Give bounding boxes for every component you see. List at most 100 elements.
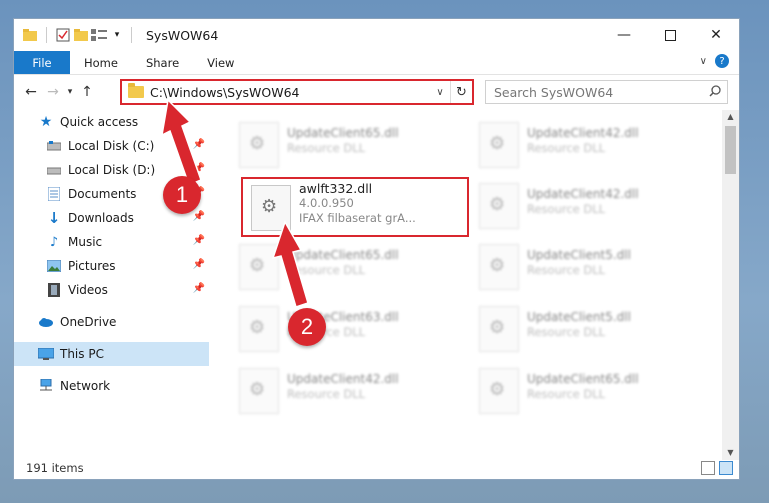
file-name: UpdateClient42.dll	[287, 372, 399, 386]
search-input[interactable]: Search SysWOW64	[485, 80, 728, 104]
minimize-button[interactable]: —	[601, 19, 647, 51]
sidebar-item-onedrive[interactable]: OneDrive	[14, 310, 209, 334]
chevron-down-icon[interactable]: ∨	[430, 87, 450, 98]
network-icon	[38, 378, 54, 394]
file-description: Resource DLL	[527, 202, 606, 216]
search-icon[interactable]	[709, 85, 721, 100]
recent-locations-button[interactable]: ▾	[64, 81, 76, 103]
file-name: UpdateClient65.dll	[287, 126, 399, 140]
scroll-up-icon[interactable]: ▲	[722, 110, 739, 124]
large-icons-view-icon[interactable]	[719, 461, 733, 475]
view-toggles	[701, 461, 733, 475]
forward-button[interactable]: →	[42, 81, 64, 103]
tab-view[interactable]: View	[193, 51, 248, 74]
sidebar-item-this-pc[interactable]: This PC	[14, 342, 209, 366]
title-bar: ▾ SysWOW64 — ✕	[14, 19, 739, 51]
file-name: UpdateClient65.dll	[287, 248, 399, 262]
quick-access-toolbar: ▾	[14, 27, 125, 43]
file-name: UpdateClient65.dll	[527, 372, 639, 386]
maximize-button[interactable]	[647, 19, 693, 51]
search-placeholder: Search SysWOW64	[494, 84, 614, 100]
scroll-thumb[interactable]	[725, 126, 736, 174]
expand-ribbon-icon[interactable]: ∨	[700, 56, 707, 67]
tab-file[interactable]: File	[14, 51, 70, 74]
file-tile[interactable]: UpdateClient63.dllResource DLL	[231, 300, 461, 356]
ribbon-tabs: File Home Share View ∨ ?	[14, 51, 739, 75]
file-tile[interactable]: UpdateClient65.dllResource DLL	[231, 238, 461, 294]
pin-icon[interactable]: 📌	[193, 139, 205, 150]
pc-icon	[38, 346, 54, 362]
file-tile[interactable]: UpdateClient5.dllResource DLL	[471, 238, 701, 294]
dll-file-icon	[479, 306, 519, 352]
sidebar-item-label: Local Disk (C:)	[68, 139, 155, 153]
folder-icon	[128, 83, 144, 98]
pin-icon[interactable]: 📌	[193, 163, 205, 174]
view-options-icon[interactable]	[91, 27, 107, 43]
file-tile[interactable]: UpdateClient42.dllResource DLL	[231, 362, 461, 418]
file-tile[interactable]: UpdateClient65.dllResource DLL	[231, 116, 461, 172]
step-marker-2: 2	[288, 308, 326, 346]
vertical-scrollbar[interactable]: ▲ ▼	[722, 110, 739, 460]
videos-icon	[46, 282, 62, 298]
pin-icon[interactable]: 📌	[193, 283, 205, 294]
item-count: 191 items	[26, 461, 84, 475]
sidebar-item-pictures[interactable]: Pictures 📌	[14, 254, 209, 278]
pictures-icon	[46, 258, 62, 274]
pin-icon[interactable]: 📌	[193, 211, 205, 222]
file-list: UpdateClient65.dllResource DLL UpdateCli…	[221, 110, 726, 460]
details-view-icon[interactable]	[701, 461, 715, 475]
dll-file-icon	[479, 183, 519, 229]
file-description: Resource DLL	[527, 263, 606, 277]
file-tile[interactable]: UpdateClient5.dllResource DLL	[471, 300, 701, 356]
folder-icon[interactable]	[22, 27, 38, 43]
close-button[interactable]: ✕	[693, 19, 739, 51]
help-icon[interactable]: ?	[715, 54, 729, 68]
address-path[interactable]: C:\Windows\SysWOW64	[150, 85, 430, 100]
address-bar[interactable]: C:\Windows\SysWOW64 ∨ ↻	[120, 79, 474, 105]
pin-icon[interactable]: 📌	[193, 235, 205, 246]
sidebar-item-quick-access[interactable]: ★ Quick access	[14, 110, 209, 134]
star-icon: ★	[39, 114, 53, 130]
explorer-window: ▾ SysWOW64 — ✕ File Home Share View ∨ ? …	[13, 18, 740, 480]
sidebar-item-label: Local Disk (D:)	[68, 163, 156, 177]
file-tile-selected[interactable]: awlft332.dll 4.0.0.950 IFAX filbaserat g…	[241, 177, 469, 237]
sidebar-item-music[interactable]: ♪ Music 📌	[14, 230, 209, 254]
file-tile[interactable]: UpdateClient65.dllResource DLL	[471, 362, 701, 418]
sidebar-item-local-disk-c[interactable]: Local Disk (C:) 📌	[14, 134, 209, 158]
music-icon: ♪	[49, 234, 59, 250]
customize-dropdown-icon[interactable]: ▾	[109, 27, 125, 43]
sidebar-item-videos[interactable]: Videos 📌	[14, 278, 209, 302]
properties-icon[interactable]	[55, 27, 71, 43]
file-description: Resource DLL	[527, 387, 606, 401]
file-description: Resource DLL	[527, 325, 606, 339]
file-description: Resource DLL	[287, 263, 366, 277]
file-tile[interactable]: UpdateClient42.dllResource DLL	[471, 177, 701, 233]
file-name: UpdateClient42.dll	[527, 187, 639, 201]
file-version: 4.0.0.950	[299, 196, 354, 210]
sidebar-item-label: OneDrive	[60, 315, 117, 329]
file-description: IFAX filbaserat grA...	[299, 211, 416, 225]
sidebar-item-label: Downloads	[68, 211, 134, 225]
tab-share[interactable]: Share	[132, 51, 193, 74]
sidebar-item-label: This PC	[60, 347, 104, 361]
documents-icon	[46, 186, 62, 202]
window-title: SysWOW64	[146, 27, 219, 43]
tab-home[interactable]: Home	[70, 51, 132, 74]
drive-icon	[46, 138, 62, 154]
file-description: Resource DLL	[287, 387, 366, 401]
file-name: awlft332.dll	[299, 181, 373, 196]
file-tile[interactable]: UpdateClient42.dllResource DLL	[471, 116, 701, 172]
pin-icon[interactable]: 📌	[193, 259, 205, 270]
sidebar-item-network[interactable]: Network	[14, 374, 209, 398]
address-row: ← → ▾ ↑ C:\Windows\SysWOW64 ∨ ↻ Search S…	[14, 75, 739, 109]
sidebar-item-label: Network	[60, 379, 111, 393]
new-folder-icon[interactable]	[73, 27, 89, 43]
dll-file-icon	[479, 368, 519, 414]
up-button[interactable]: ↑	[76, 81, 98, 103]
cloud-icon	[38, 314, 54, 330]
file-description: Resource DLL	[527, 141, 606, 155]
refresh-icon[interactable]: ↻	[450, 81, 472, 103]
file-description: Resource DLL	[287, 141, 366, 155]
navigation-pane: ★ Quick access Local Disk (C:) 📌 Local D…	[14, 110, 209, 450]
back-button[interactable]: ←	[20, 81, 42, 103]
